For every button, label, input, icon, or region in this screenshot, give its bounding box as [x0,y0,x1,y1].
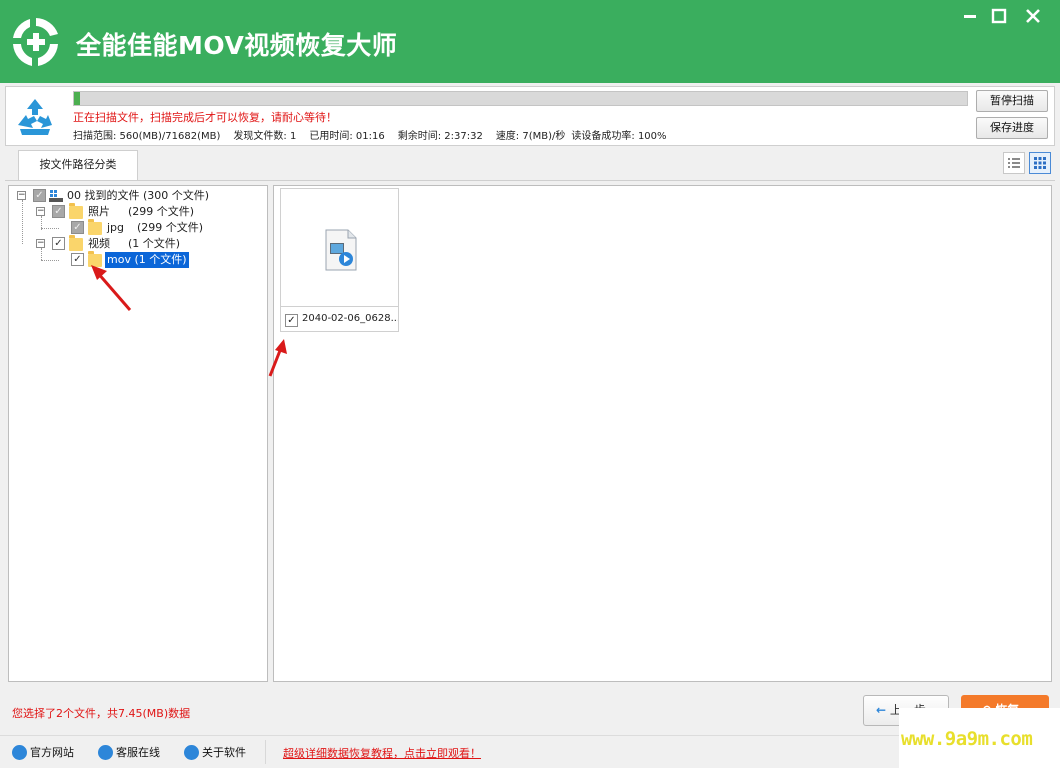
file-grid: ✓ 2040-02-06_0628... [268,185,1052,682]
close-icon[interactable] [1021,4,1045,28]
tree-label-root: 00 找到的文件 (300 个文件) [67,189,210,202]
scan-progress-fill [74,92,81,105]
annotation-arrow-icon [268,339,287,377]
about-label: 关于软件 [202,746,246,759]
tree-item-jpg[interactable]: ✓ jpg (299 个文件) [71,219,261,236]
service-link[interactable]: 客服在线 [98,744,160,761]
tree-count-video: (1 个文件) [128,237,181,250]
app-title: 全能佳能MOV视频恢复大师 [76,31,398,60]
tab-divider [5,180,1055,181]
list-view-icon[interactable] [1003,152,1025,174]
tree-item-photos[interactable]: − ✓ 照片 (299 个文件) [36,203,256,220]
elapsed-time: 已用时间: 01:16 [309,131,385,142]
tutorial-link[interactable]: 超级详细数据恢复教程，点击立即观看！ [283,745,481,761]
website-label: 官方网站 [30,746,74,759]
tree-label-photos: 照片 [88,205,110,218]
watermark: www.9a9m.com [899,708,1060,768]
scan-stats: 扫描范围: 560(MB)/71682(MB) 发现文件数: 1 已用时间: 01:… [73,127,680,142]
tree-count-jpg: (299 个文件) [137,221,204,234]
file-card[interactable]: ✓ 2040-02-06_0628... [280,188,399,332]
about-link[interactable]: 关于软件 [184,744,246,761]
tree-label-jpg: jpg [107,221,125,234]
checkbox-mov[interactable]: ✓ [71,253,84,266]
watermark-text: www.9a9m.com [901,728,1033,750]
read-rate: 读设备成功率: 100% [571,131,667,142]
tree-item-root[interactable]: − ✓ 00 找到的文件 (300 个文件) [17,188,262,204]
drive-icon [49,190,63,202]
arrow-left-icon: ← [876,703,887,717]
minimize-icon[interactable] [958,4,982,28]
checkbox-jpg[interactable]: ✓ [71,221,84,234]
collapse-icon[interactable]: − [17,191,26,200]
service-label: 客服在线 [116,746,160,759]
tree-count-photos: (299 个文件) [128,205,195,218]
grid-view-icon[interactable] [1029,152,1051,174]
folder-icon [69,235,83,251]
recycle-icon [18,99,52,135]
tree-connector [22,200,23,244]
scan-warning: 正在扫描文件，扫描完成后才可以恢复，请耐心等待！ [73,111,337,124]
app-logo-icon [13,18,58,66]
selection-info: 您选择了2个文件，共7.45(MB)数据 [12,707,191,720]
scan-panel: 正在扫描文件，扫描完成后才可以恢复，请耐心等待！ 扫描范围: 560(MB)/7… [5,86,1055,146]
footer-divider [265,740,266,764]
collapse-icon[interactable]: − [36,207,45,216]
service-icon [98,744,113,760]
save-progress-button[interactable]: 保存进度 [976,117,1048,139]
file-name: 2040-02-06_0628... [302,313,398,324]
tree-connector [41,228,59,229]
website-link[interactable]: 官方网站 [12,744,74,761]
checkbox-video[interactable]: ✓ [52,237,65,250]
tree-label-video: 视频 [88,237,110,250]
file-checkbox[interactable]: ✓ [285,314,298,327]
tree-item-video[interactable]: − ✓ 视频 (1 个文件) [36,235,256,252]
scan-progress-bar [73,91,968,106]
folder-icon [69,203,83,219]
scan-speed: 速度: 7(MB)/秒 [495,131,566,142]
pause-scan-button[interactable]: 暂停扫描 [976,90,1048,112]
found-count: 发现文件数: 1 [233,131,297,142]
collapse-icon[interactable]: − [36,239,45,248]
folder-icon [88,219,102,235]
tree-connector [41,260,59,261]
file-thumbnail [281,189,398,307]
checkbox-photos[interactable]: ✓ [52,205,65,218]
annotation-arrow-icon [91,265,132,311]
checkbox-root[interactable]: ✓ [33,189,46,202]
tab-path-category[interactable]: 按文件路径分类 [18,150,138,181]
home-icon [12,744,27,760]
video-file-icon [325,229,357,271]
title-bar: 全能佳能MOV视频恢复大师 [0,0,1060,83]
scan-range: 扫描范围: 560(MB)/71682(MB) [73,131,221,142]
info-icon [184,744,199,760]
folder-tree: − ✓ 00 找到的文件 (300 个文件) − ✓ 照片 (299 个文件) … [8,185,268,682]
remaining-time: 剩余时间: 2:37:32 [397,131,483,142]
maximize-icon[interactable] [987,4,1011,28]
